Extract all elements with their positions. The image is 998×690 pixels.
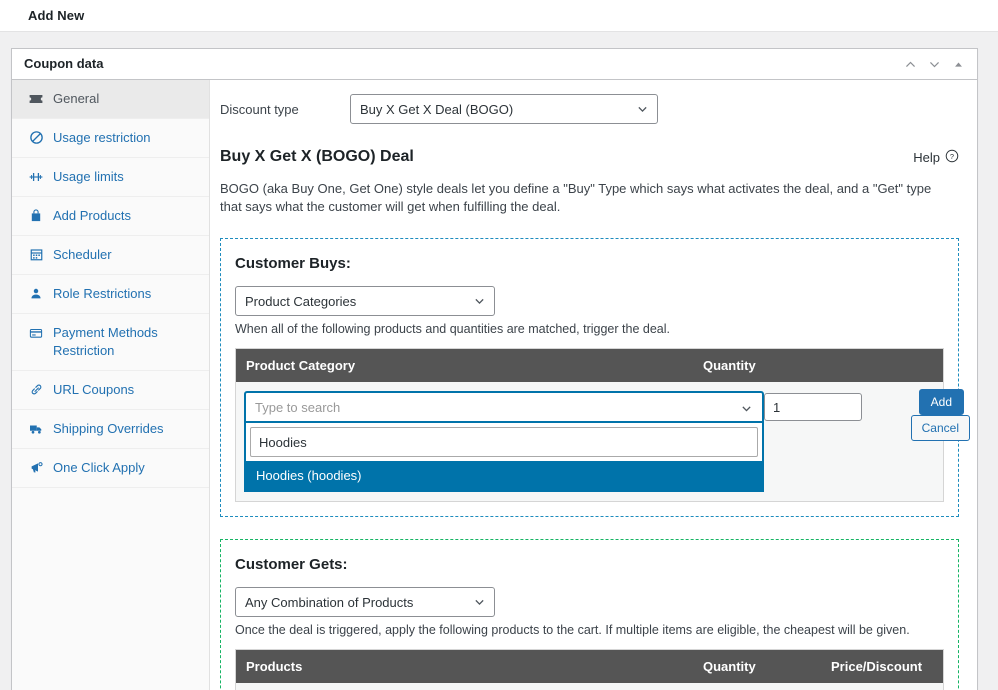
truck-icon — [28, 420, 44, 437]
column-header-quantity: Quantity — [703, 358, 756, 373]
toggle-panel-icon[interactable] — [947, 54, 969, 76]
link-icon — [28, 381, 44, 398]
quantity-input[interactable] — [764, 393, 862, 421]
sidebar-item-add-products[interactable]: Add Products — [12, 197, 209, 236]
sidebar-item-label: Payment Methods Restriction — [53, 325, 158, 358]
select2-dropdown: Hoodies (hoodies) — [244, 423, 764, 492]
sidebar-item-label: One Click Apply — [53, 460, 145, 475]
discount-type-row: Discount type Percentage discountFixed c… — [220, 94, 959, 124]
customer-gets-table: Products Quantity Price/Discount — [235, 649, 944, 690]
person-icon — [28, 285, 44, 302]
discount-type-select-wrap: Percentage discountFixed cart discountFi… — [350, 94, 658, 124]
sidebar-item-label: Usage restriction — [53, 130, 151, 145]
move-down-icon[interactable] — [923, 54, 945, 76]
customer-gets-note: Once the deal is triggered, apply the fo… — [235, 623, 910, 637]
sidebar-item-shipping-overrides[interactable]: Shipping Overrides — [12, 410, 209, 449]
select2-option-hoodies[interactable]: Hoodies (hoodies) — [246, 461, 762, 490]
help-label: Help — [913, 149, 940, 165]
column-header-product-category: Product Category — [246, 358, 356, 373]
sidebar-item-scheduler[interactable]: Scheduler — [12, 236, 209, 275]
customer-buys-title: Customer Buys: — [235, 255, 351, 272]
sidebar-item-label: General — [53, 91, 100, 106]
select2-control[interactable]: Type to search — [244, 391, 764, 423]
sidebar-item-payment-methods-restriction[interactable]: Payment Methods Restriction — [12, 314, 209, 371]
category-select2: Type to search Hoodies (hoodies) — [244, 391, 764, 492]
customer-buys-table: Product Category Quantity Type to search — [235, 348, 970, 502]
customer-buys-section: Customer Buys: Product CategoriesProduct… — [220, 238, 970, 517]
sidebar-item-label: Add Products — [53, 208, 132, 223]
table-row: Type to search Hoodies (hoodies) — [236, 382, 970, 501]
coupon-data-metabox: Coupon data General Usage restriction Us… — [11, 48, 978, 690]
sidebar-item-label: Scheduler — [53, 247, 112, 262]
help-circle-icon: ? — [945, 149, 959, 166]
customer-gets-title: Customer Gets: — [235, 556, 348, 573]
sidebar-item-usage-restriction[interactable]: Usage restriction — [12, 119, 209, 158]
column-header-quantity: Quantity — [703, 659, 756, 674]
sidebar-item-label: Role Restrictions — [53, 286, 152, 301]
metabox-controls — [899, 49, 969, 80]
customer-gets-type-select[interactable]: Any Combination of ProductsProductsProdu… — [235, 587, 495, 617]
gets-type-select-wrap: Any Combination of ProductsProductsProdu… — [235, 587, 495, 617]
sidebar-item-label: URL Coupons — [53, 382, 135, 397]
admin-topbar: Add New — [0, 0, 998, 32]
discount-type-label: Discount type — [220, 101, 299, 117]
table-header-row: Products Quantity Price/Discount — [236, 650, 943, 683]
add-button[interactable]: Add — [918, 389, 964, 415]
general-panel-content: Discount type Percentage discountFixed c… — [210, 80, 977, 690]
cancel-button[interactable]: Cancel — [910, 415, 970, 441]
metabox-header: Coupon data — [12, 49, 977, 80]
calendar-icon — [28, 246, 44, 263]
quantity-cell — [764, 391, 892, 421]
customer-gets-section: Customer Gets: Any Combination of Produc… — [220, 539, 959, 690]
customer-buys-note: When all of the following products and q… — [235, 322, 670, 336]
sidebar-item-label: Shipping Overrides — [53, 421, 164, 436]
customer-buys-type-select[interactable]: Product CategoriesProductsAny Combinatio… — [235, 286, 495, 316]
credit-card-icon — [28, 324, 44, 341]
column-header-products: Products — [246, 659, 303, 674]
table-header-row: Product Category Quantity — [236, 349, 943, 382]
select2-results: Hoodies (hoodies) — [246, 461, 762, 490]
sidebar-item-general[interactable]: General — [12, 80, 209, 119]
svg-text:?: ? — [950, 151, 954, 160]
page-title: Add New — [28, 8, 85, 23]
ticket-icon — [28, 90, 44, 107]
select2-placeholder: Type to search — [255, 399, 341, 415]
metabox-title: Coupon data — [24, 56, 104, 71]
limits-icon — [28, 168, 44, 185]
move-up-icon[interactable] — [899, 54, 921, 76]
bag-icon — [28, 207, 44, 224]
category-search-input[interactable] — [250, 427, 758, 457]
chevron-down-icon — [740, 402, 753, 415]
product-category-cell: Type to search Hoodies (hoodies) — [244, 391, 764, 492]
coupon-data-sidebar: General Usage restriction Usage limits A… — [12, 80, 210, 690]
bogo-heading: Buy X Get X (BOGO) Deal — [220, 148, 414, 165]
block-icon — [28, 129, 44, 146]
metabox-body: General Usage restriction Usage limits A… — [12, 80, 977, 690]
megaphone-icon — [28, 459, 44, 476]
column-header-price-discount: Price/Discount — [831, 659, 923, 674]
buys-type-select-wrap: Product CategoriesProductsAny Combinatio… — [235, 286, 495, 316]
sidebar-item-label: Usage limits — [53, 169, 124, 184]
table-row — [236, 683, 943, 690]
sidebar-item-url-coupons[interactable]: URL Coupons — [12, 371, 209, 410]
sidebar-item-one-click-apply[interactable]: One Click Apply — [12, 449, 209, 488]
bogo-heading-row: Buy X Get X (BOGO) Deal Help ? — [220, 148, 959, 166]
sidebar-item-role-restrictions[interactable]: Role Restrictions — [12, 275, 209, 314]
discount-type-select[interactable]: Percentage discountFixed cart discountFi… — [350, 94, 658, 124]
bogo-description: BOGO (aka Buy One, Get One) style deals … — [220, 181, 932, 214]
sidebar-item-usage-limits[interactable]: Usage limits — [12, 158, 209, 197]
help-link[interactable]: Help ? — [913, 149, 959, 166]
